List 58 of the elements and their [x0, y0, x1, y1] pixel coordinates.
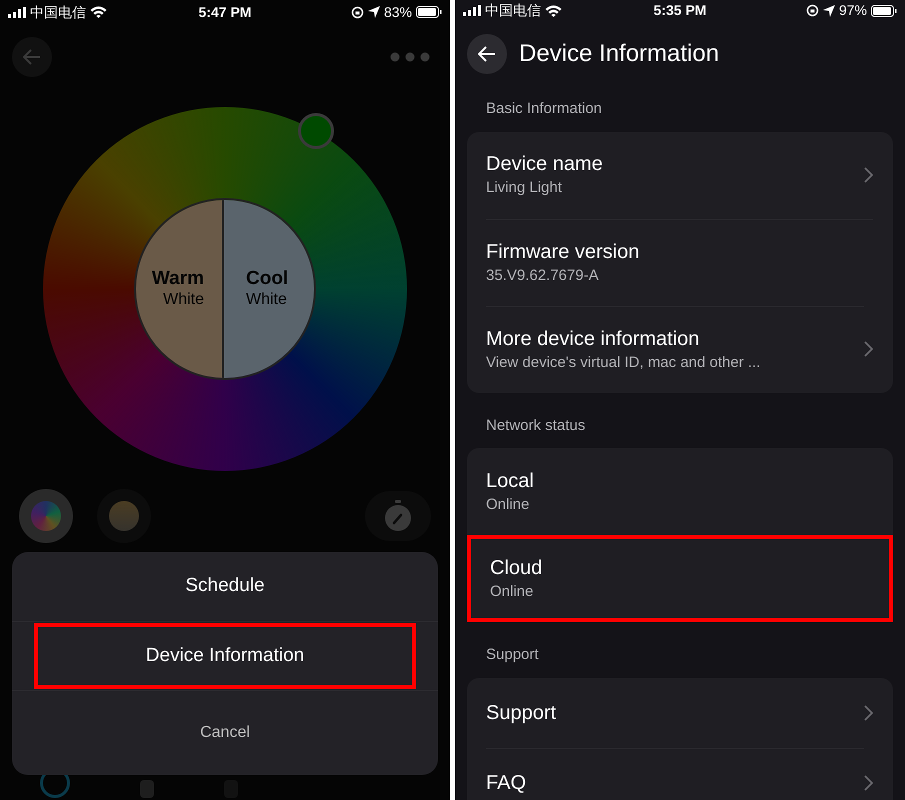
settings-row[interactable]: More device information View device's virtual ID, mac and other ...: [467, 306, 893, 392]
carrier-name: 中国电信: [485, 1, 541, 20]
battery-percent: 83%: [384, 2, 412, 22]
chevron-right-icon: [864, 341, 873, 357]
timer-icon: [384, 500, 412, 532]
row-title: Support: [486, 700, 558, 726]
section-heading: Support: [485, 645, 540, 665]
settings-row[interactable]: Support: [467, 678, 893, 748]
battery-percent: 97%: [838, 1, 867, 20]
row-subtitle: Living Light: [486, 178, 563, 198]
row-title: Device name: [486, 152, 604, 177]
row-title: FAQ: [486, 771, 528, 796]
back-arrow-icon: [23, 49, 41, 65]
carrier-name: 中国电信: [30, 2, 86, 22]
wifi-icon: [545, 4, 562, 16]
settings-row[interactable]: Device name Living Light: [467, 132, 893, 218]
row-subtitle: View device's virtual ID, mac and other ...: [486, 352, 762, 372]
settings-row[interactable]: FAQ: [467, 748, 893, 800]
page-title: Device Information: [519, 39, 720, 69]
rotation-lock-icon: [806, 4, 819, 17]
section-heading: Network status: [485, 416, 586, 436]
settings-row[interactable]: Local Online: [467, 448, 893, 535]
temperature-subtitle: White: [163, 290, 204, 310]
wifi-icon: [90, 6, 107, 18]
row-subtitle: Online: [490, 582, 534, 602]
settings-row[interactable]: Cloud Online: [467, 535, 893, 622]
cancel-button[interactable]: Cancel: [190, 717, 260, 749]
settings-row[interactable]: Firmware version 35.V9.62.7679-A: [467, 218, 893, 306]
warm-tone-icon: [109, 501, 139, 531]
signal-icon: [8, 6, 26, 18]
temperature-title: Cool: [246, 268, 288, 290]
row-title: Firmware version: [486, 240, 640, 264]
row-subtitle: 35.V9.62.7679-A: [486, 266, 600, 286]
color-picker-handle[interactable]: [298, 113, 334, 149]
status-time: 5:47 PM: [198, 2, 252, 22]
location-arrow-icon: [822, 4, 835, 16]
back-arrow-icon: [478, 46, 496, 62]
back-button[interactable]: [467, 34, 507, 74]
temperature-subtitle: White: [246, 290, 287, 310]
status-time: 5:35 PM: [654, 1, 706, 20]
row-title: Cloud: [490, 556, 544, 580]
signal-icon: [463, 5, 481, 16]
row-subtitle: Online: [486, 494, 530, 514]
battery-icon: [870, 4, 897, 16]
rotation-lock-icon: [350, 6, 364, 18]
action-sheet-item[interactable]: Device Information: [34, 623, 416, 689]
battery-icon: [416, 6, 442, 18]
chevron-right-icon: [864, 167, 873, 183]
section-heading: Basic Information: [485, 99, 603, 119]
row-title: More device information: [486, 326, 700, 352]
chevron-right-icon: [864, 704, 873, 720]
chevron-right-icon: [864, 774, 873, 790]
row-title: Local: [486, 468, 535, 494]
more-icon[interactable]: [390, 52, 430, 62]
action-sheet-item[interactable]: Schedule: [34, 554, 416, 620]
location-arrow-icon: [368, 6, 380, 18]
temperature-title: Warm: [152, 268, 204, 290]
color-spectrum-icon: [31, 501, 61, 531]
